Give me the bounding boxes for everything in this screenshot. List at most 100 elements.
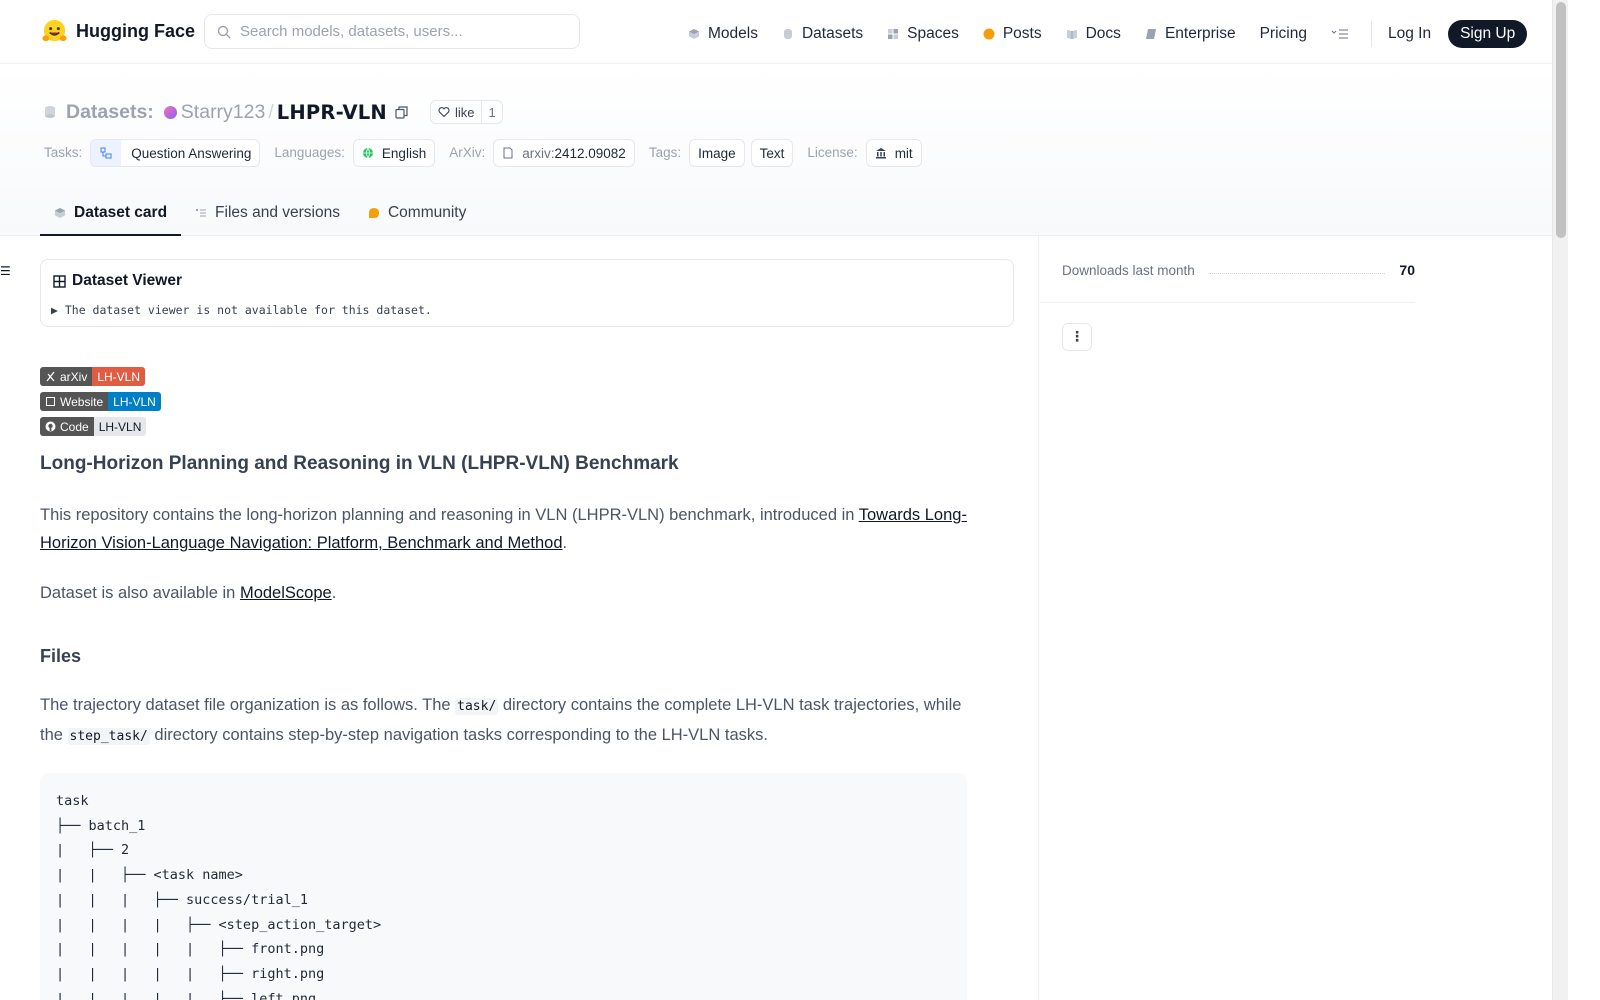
task-tag-question-answering[interactable]: Question Answering (90, 139, 261, 167)
sidebar-divider (1040, 302, 1415, 303)
database-icon (45, 106, 55, 118)
brand-name: Hugging Face (76, 21, 196, 41)
files-heading: Files (40, 646, 82, 666)
paper-icon (503, 147, 513, 159)
arxiv-badge-left: arXiv (60, 369, 88, 384)
tag-text-label: Text (759, 145, 785, 161)
posts-bubble-icon (983, 28, 995, 40)
more-options-button[interactable]: ⋮ (1062, 323, 1092, 351)
arxiv-label: ArXiv: (449, 144, 486, 160)
database-icon (783, 29, 792, 39)
downloads-value: 70 (1399, 262, 1415, 278)
like-toggle[interactable]: like (431, 101, 482, 123)
downloads-label: Downloads last month (1062, 262, 1195, 278)
repo-tabs: Dataset card Files and versions Communit… (40, 192, 480, 236)
menu-lines-icon (1331, 29, 1348, 39)
nav-divider (1370, 21, 1372, 47)
arxiv-id: 2412.09082 (554, 145, 626, 161)
like-button[interactable]: like 1 (429, 100, 503, 124)
repo-name-link[interactable]: LHPR-VLN (277, 101, 387, 124)
scrollbar-thumb[interactable] (1556, 2, 1566, 238)
search-input[interactable] (240, 23, 560, 40)
badges: arXiv LH-VLN Website LH-VLN Code LH-VLN (40, 367, 161, 442)
tab-community[interactable]: Community (354, 192, 480, 234)
task-dir-code: task/ (455, 698, 499, 715)
nav-enterprise[interactable]: Enterprise (1145, 25, 1236, 43)
cube-icon (689, 29, 699, 39)
nav-enterprise-label: Enterprise (1164, 25, 1236, 42)
toc-toggle-icon[interactable]: ☰ (0, 264, 11, 278)
license-label: License: (807, 144, 858, 160)
nav-pricing-label: Pricing (1259, 25, 1307, 42)
search-box[interactable] (204, 14, 580, 49)
bank-icon (875, 148, 886, 159)
nav-docs[interactable]: Docs (1066, 25, 1121, 43)
top-navbar: Hugging Face Models Datasets Spaces Post… (0, 0, 1568, 64)
signup-button[interactable]: Sign Up (1448, 20, 1528, 48)
search-icon (217, 25, 231, 38)
tab-dataset-card[interactable]: Dataset card (40, 192, 182, 236)
repo-title: Datasets: Starry123 / LHPR-VLN like 1 (44, 100, 503, 124)
dataset-viewer-panel: Dataset Viewer ▶ The dataset viewer is n… (40, 259, 1014, 327)
license-tag-label: mit (894, 145, 913, 161)
owner-avatar (163, 105, 177, 119)
also-text: Dataset is also available in (40, 584, 240, 602)
website-badge[interactable]: Website LH-VLN (40, 392, 161, 411)
column-divider (1038, 236, 1039, 1000)
website-badge-left: Website (60, 394, 104, 409)
step-task-dir-code: step_task/ (67, 728, 150, 745)
modelscope-paragraph: Dataset is also available in ModelScope. (40, 579, 970, 607)
viewer-unavailable-toggle[interactable]: ▶ The dataset viewer is not available fo… (51, 303, 432, 317)
repo-type-label[interactable]: Datasets: (66, 101, 154, 124)
nav-docs-label: Docs (1085, 25, 1121, 42)
globe-icon (362, 147, 373, 159)
language-tag-english[interactable]: English (352, 139, 436, 167)
code-badge-right: LH-VLN (93, 417, 147, 436)
modelscope-link[interactable]: ModelScope (240, 584, 332, 602)
arxiv-prefix: arxiv: (522, 145, 555, 161)
nav-spaces-label: Spaces (907, 25, 959, 42)
tag-image[interactable]: Image (689, 139, 745, 167)
nav-posts[interactable]: Posts (983, 25, 1042, 43)
dataset-viewer-title: Dataset Viewer (53, 272, 182, 290)
nav-datasets[interactable]: Datasets (782, 25, 863, 43)
tab-dataset-card-label: Dataset card (74, 204, 168, 221)
nav-posts-label: Posts (1002, 25, 1042, 42)
tab-files-and-versions[interactable]: Files and versions (181, 192, 354, 234)
intro-paragraph: This repository contains the long-horizo… (40, 501, 970, 557)
license-tag[interactable]: mit (865, 139, 922, 167)
tag-text[interactable]: Text (750, 139, 794, 167)
like-label: like (454, 104, 475, 120)
arxiv-icon (46, 371, 55, 382)
tab-community-label: Community (387, 204, 467, 221)
home-link[interactable]: Hugging Face (41, 18, 195, 45)
login-link[interactable]: Log In (1388, 25, 1431, 43)
nav-pricing[interactable]: Pricing (1260, 25, 1307, 43)
spaces-grid-icon (888, 29, 899, 39)
repo-path-separator: / (268, 100, 274, 123)
like-count[interactable]: 1 (481, 101, 501, 123)
nav-spaces[interactable]: Spaces (887, 25, 959, 43)
arxiv-tag[interactable]: arxiv: 2412.09082 (493, 139, 635, 167)
files-text-1: The trajectory dataset file organization… (40, 696, 456, 714)
repo-owner-link[interactable]: Starry123 (181, 101, 266, 124)
downloads-dotted-leader (1208, 266, 1386, 274)
nav-models-label: Models (708, 25, 758, 42)
page-scrollbar[interactable] (1552, 0, 1568, 1000)
files-paragraph: The trajectory dataset file organization… (40, 691, 970, 751)
files-list-icon (196, 209, 207, 217)
more-menu-icon[interactable] (1331, 28, 1349, 40)
arxiv-badge-right: LH-VLN (92, 367, 146, 386)
cube-icon (55, 208, 65, 218)
arxiv-badge[interactable]: arXiv LH-VLN (40, 367, 146, 386)
website-badge-right: LH-VLN (108, 392, 161, 411)
code-badge[interactable]: Code LH-VLN (40, 417, 147, 436)
nav-datasets-label: Datasets (801, 25, 864, 42)
main-nav: Models Datasets Spaces Posts Docs Enterp… (688, 20, 1551, 48)
copy-icon[interactable] (395, 105, 408, 119)
nav-models[interactable]: Models (688, 25, 758, 43)
code-badge-left: Code (60, 419, 89, 434)
community-icon (368, 208, 379, 218)
files-text-3: directory contains step-by-step navigati… (149, 726, 768, 744)
heart-icon (438, 107, 450, 118)
